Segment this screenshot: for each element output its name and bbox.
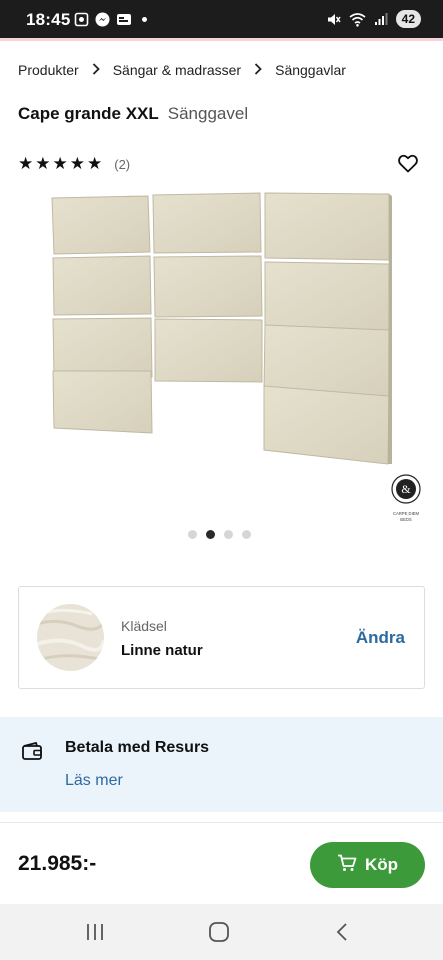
- breadcrumb-item-sanggavlar[interactable]: Sänggavlar: [275, 62, 346, 78]
- change-option-button[interactable]: Ändra: [356, 628, 405, 648]
- product-title: Cape grande XXL Sänggavel: [18, 104, 248, 124]
- status-time: 18:45: [26, 10, 71, 29]
- svg-text:BEDS: BEDS: [400, 517, 412, 522]
- purchase-bar: 21.985:- Köp: [0, 822, 443, 904]
- carousel-dot[interactable]: [188, 530, 197, 539]
- product-name: Cape grande XXL: [18, 104, 159, 123]
- cart-icon: [337, 854, 357, 877]
- chevron-right-icon: [254, 62, 262, 78]
- option-label: Klädsel: [121, 618, 167, 634]
- product-price: 21.985:-: [18, 852, 97, 875]
- recent-apps-icon[interactable]: [85, 922, 105, 947]
- system-navigation-bar: [0, 904, 443, 960]
- star-icon: ★: [87, 154, 103, 173]
- wallet-icon: [21, 741, 43, 766]
- page-top-accent: [0, 38, 443, 41]
- signal-icon: [374, 13, 388, 25]
- star-icon: ★: [69, 154, 85, 173]
- rating-stars: ★ ★ ★ ★ ★: [18, 155, 102, 173]
- option-value: Linne natur: [121, 642, 203, 659]
- more-notifications-dot: [142, 17, 147, 22]
- product-image[interactable]: [48, 188, 400, 478]
- battery-indicator: 42: [395, 10, 421, 28]
- review-count: (2): [114, 156, 131, 172]
- breadcrumb-item-sangar[interactable]: Sängar & madrasser: [113, 62, 241, 78]
- star-icon: ★: [35, 154, 51, 173]
- breadcrumb: Produkter Sängar & madrasser Sänggavlar: [18, 62, 346, 78]
- chevron-right-icon: [92, 62, 100, 78]
- star-icon: ★: [18, 154, 34, 173]
- back-icon[interactable]: [335, 922, 349, 947]
- fabric-swatch: [37, 604, 104, 671]
- mute-icon: [327, 13, 341, 25]
- buy-button[interactable]: Köp: [310, 842, 425, 888]
- svg-text:CARPE DIEM: CARPE DIEM: [393, 511, 420, 516]
- screenshot-icon: [74, 12, 89, 27]
- carousel-dot[interactable]: [224, 530, 233, 539]
- heart-icon[interactable]: [398, 154, 418, 178]
- star-icon: ★: [52, 154, 68, 173]
- buy-label: Köp: [364, 855, 399, 874]
- wifi-icon: [349, 12, 366, 27]
- status-notification-icons: [74, 12, 147, 27]
- read-more-link[interactable]: Läs mer: [65, 772, 123, 790]
- payment-info-box: Betala med Resurs Läs mer: [0, 717, 443, 812]
- status-system-icons: 42: [326, 10, 421, 28]
- status-bar: 18:45 42: [0, 0, 443, 38]
- carousel-dot[interactable]: [242, 530, 251, 539]
- product-rating[interactable]: ★ ★ ★ ★ ★ (2): [18, 155, 130, 173]
- messenger-icon: [95, 12, 110, 27]
- svg-text:&: &: [401, 482, 411, 496]
- carousel-dot[interactable]: [206, 530, 215, 539]
- news-icon: [117, 14, 131, 25]
- home-icon[interactable]: [208, 922, 230, 947]
- upholstery-option-card[interactable]: Klädsel Linne natur Ändra: [18, 586, 425, 689]
- image-carousel-dots[interactable]: [188, 530, 251, 539]
- breadcrumb-item-produkter[interactable]: Produkter: [18, 62, 79, 78]
- brand-logo: & CARPE DIEM BEDS: [386, 472, 426, 524]
- payment-title: Betala med Resurs: [65, 739, 210, 756]
- product-category: Sänggavel: [167, 104, 249, 123]
